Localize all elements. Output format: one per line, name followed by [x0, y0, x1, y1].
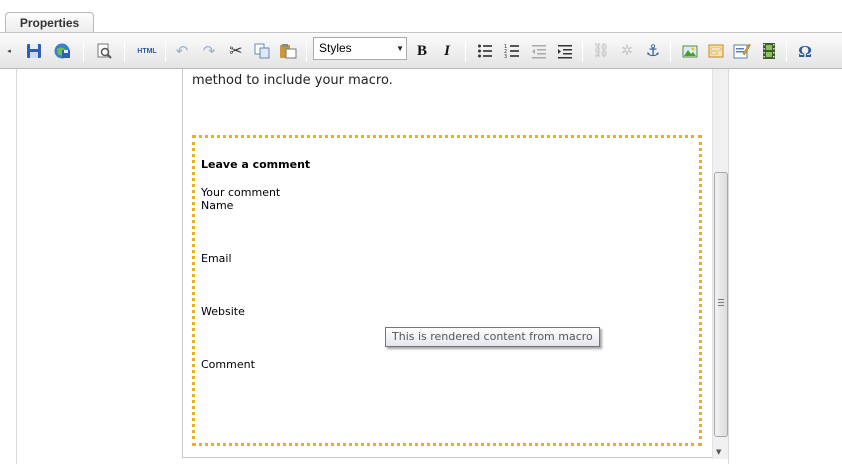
- toolbar-separator: [670, 41, 671, 62]
- svg-text:3: 3: [504, 54, 507, 59]
- comment-label: Comment: [201, 358, 255, 371]
- intro-text: method to include your macro.: [192, 73, 393, 88]
- italic-icon[interactable]: I: [437, 41, 457, 61]
- vertical-scrollbar[interactable]: ▼: [712, 69, 728, 459]
- toolbar-separator: [306, 41, 307, 62]
- insert-image-icon[interactable]: [680, 41, 700, 61]
- website-label: Website: [201, 305, 245, 318]
- toolbar-separator: [165, 41, 166, 62]
- outdent-icon[interactable]: [529, 41, 549, 61]
- indent-icon[interactable]: [555, 41, 575, 61]
- save-icon[interactable]: [24, 41, 44, 61]
- toolbar-separator: [786, 41, 787, 62]
- macro-container[interactable]: [192, 135, 702, 446]
- styles-dropdown-value: Styles: [319, 41, 352, 55]
- scroll-down-arrow-icon[interactable]: ▼: [716, 448, 721, 456]
- bold-icon[interactable]: B: [412, 41, 432, 61]
- preview-icon[interactable]: [94, 41, 114, 61]
- numbered-list-icon[interactable]: 123: [502, 41, 522, 61]
- anchor-icon[interactable]: ⚓: [643, 41, 663, 61]
- paste-icon[interactable]: [278, 41, 298, 61]
- email-label: Email: [201, 252, 232, 265]
- insert-media-icon[interactable]: [759, 41, 779, 61]
- macro-title: Leave a comment: [201, 158, 311, 171]
- styles-dropdown[interactable]: Styles ▼: [313, 37, 407, 60]
- toolbar-separator: [83, 41, 84, 62]
- bulleted-list-icon[interactable]: [475, 41, 495, 61]
- redo-icon[interactable]: ↷: [199, 41, 219, 61]
- your-comment-label: Your comment: [201, 186, 281, 199]
- toolbar-separator: [124, 41, 125, 62]
- tab-bar: Properties: [0, 0, 842, 33]
- macro-tooltip: This is rendered content from macro: [385, 327, 600, 347]
- undo-icon[interactable]: ↶: [172, 41, 192, 61]
- toolbar-separator: [582, 41, 583, 62]
- cut-icon[interactable]: ✂: [226, 41, 246, 61]
- html-source-button[interactable]: HTML: [135, 41, 159, 61]
- collapse-toolbar-icon[interactable]: ◂: [4, 41, 14, 61]
- copy-icon[interactable]: [252, 41, 272, 61]
- editor-left-border: [16, 69, 17, 464]
- editor-toolbar: ◂ HTML ↶ ↷ ✂ B I 123 ⛓ ✲ ⚓ Ω: [0, 32, 842, 69]
- unlink-icon[interactable]: ✲: [617, 41, 637, 61]
- grip-icon: [718, 299, 724, 306]
- link-icon[interactable]: ⛓: [591, 41, 611, 61]
- special-character-icon[interactable]: Ω: [795, 41, 815, 61]
- scrollbar-thumb[interactable]: [714, 172, 728, 437]
- insert-form-icon[interactable]: [706, 41, 726, 61]
- chevron-down-icon[interactable]: ▼: [396, 38, 404, 59]
- name-label: Name: [201, 199, 234, 212]
- tab-properties[interactable]: Properties: [5, 12, 94, 33]
- toolbar-separator: [465, 41, 466, 62]
- save-and-publish-icon[interactable]: [52, 41, 72, 61]
- insert-macro-icon[interactable]: [732, 41, 752, 61]
- editor-right-border: [728, 69, 729, 464]
